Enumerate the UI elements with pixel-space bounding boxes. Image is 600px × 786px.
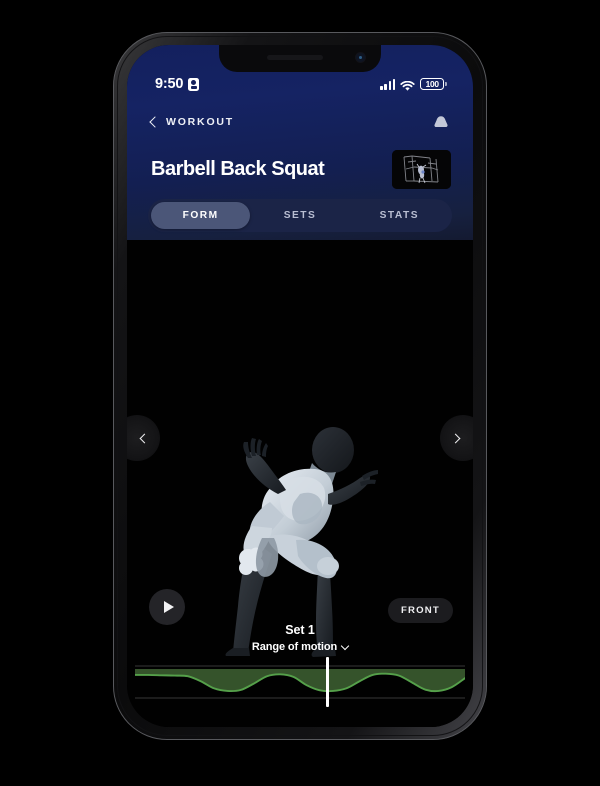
set-title: Set 1 [285,623,315,637]
wifi-icon [400,79,415,91]
cellular-signal-icon [380,78,396,90]
chevron-right-icon [450,433,461,443]
tab-sets[interactable]: SETS [250,202,349,229]
phone-notch [219,45,381,72]
tab-form[interactable]: FORM [151,202,251,229]
form-viewer: FRONT Set 1 Range of motion [127,240,473,727]
battery-level-label: 100 [420,77,445,91]
camera-view-button[interactable]: FRONT [387,598,453,623]
chevron-left-icon [149,115,161,128]
page-title: Barbell Back Squat [151,158,325,180]
back-button-label: WORKOUT [166,116,235,128]
screenshot-stage: 9:50 100 WORKOUT Barbell Back Squat FORM… [0,0,600,786]
next-view-button[interactable] [440,415,473,461]
range-of-motion-chart[interactable] [135,657,465,707]
phone-screen: 9:50 100 WORKOUT Barbell Back Squat FORM… [127,45,473,727]
view-tabs: FORM SETS STATS [148,199,452,232]
metric-label: Range of motion [251,641,338,653]
playhead-scrubber[interactable] [326,657,329,707]
nav-bar: WORKOUT [127,107,473,137]
chevron-left-icon [139,433,150,443]
status-bar-right: 100 [380,77,447,91]
status-bar-time: 9:50 [155,76,184,92]
chevron-down-icon [340,641,350,650]
range-of-motion-svg [135,665,465,699]
status-bar: 9:50 100 [127,72,473,96]
previous-view-button[interactable] [127,415,160,461]
exercise-thumbnail[interactable] [392,150,451,189]
tab-stats[interactable]: STATS [350,202,449,229]
battery-tip [445,81,447,87]
back-to-workout-button[interactable]: WORKOUT [149,115,235,128]
front-camera-icon [356,53,365,62]
play-button[interactable] [149,589,185,625]
status-bar-left: 9:50 [155,76,200,92]
recording-indicator-icon [188,77,200,91]
cloud-sync-icon[interactable] [431,113,451,131]
set-info-panel: Set 1 Range of motion [127,623,473,655]
battery-icon: 100 [420,77,447,91]
metric-selector[interactable]: Range of motion [251,641,350,653]
3d-body-model [200,408,400,658]
exercise-title-row: Barbell Back Squat [127,150,473,189]
earpiece-speaker [267,55,323,60]
play-icon [163,601,174,613]
